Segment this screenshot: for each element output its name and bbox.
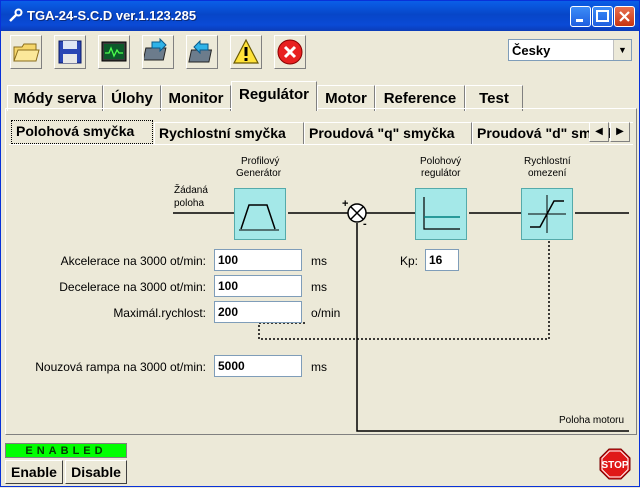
emergency-ramp-input[interactable]: 5000 — [214, 355, 302, 377]
main-window: TGA-24-S.C.D ver.1.123.285 Česky ▼ Módy … — [0, 0, 640, 487]
decel-input[interactable]: 100 — [214, 275, 302, 297]
tab-regulator[interactable]: Regulátor — [231, 81, 317, 111]
max-speed-unit: o/min — [311, 306, 341, 320]
max-speed-input[interactable]: 200 — [214, 301, 302, 323]
enable-button[interactable]: Enable — [5, 460, 63, 484]
block2-label-line1: Polohový — [420, 156, 462, 167]
block3-label-line2: omezení — [528, 168, 567, 179]
accel-unit: ms — [311, 254, 327, 268]
sum-plus-sign: + — [342, 198, 349, 210]
max-speed-label: Maximál.rychlost: — [113, 306, 206, 320]
block3-label-line1: Rychlostní — [524, 156, 571, 167]
stop-label: STOP — [601, 460, 628, 471]
step-response-icon — [423, 197, 460, 230]
position-regulator-block[interactable] — [415, 188, 467, 240]
block2-label-line2: regulátor — [421, 168, 461, 179]
stop-button[interactable]: STOP — [599, 448, 631, 480]
input-label-line1: Žádaná — [174, 185, 208, 196]
feedback-label: Poloha motoru — [559, 415, 625, 426]
emergency-ramp-unit: ms — [311, 360, 327, 374]
stop-sign-icon: STOP — [599, 448, 631, 480]
input-label-line2: poloha — [174, 198, 205, 209]
block1-label-line1: Profilový — [241, 156, 280, 167]
kp-label: Kp: — [400, 254, 419, 268]
sum-minus-sign: - — [363, 218, 367, 230]
disable-button[interactable]: Disable — [65, 460, 127, 484]
kp-input[interactable]: 16 — [425, 249, 459, 271]
trapezoid-profile-icon — [239, 204, 279, 231]
status-badge: ENABLED — [5, 443, 127, 458]
accel-input[interactable]: 100 — [214, 249, 302, 271]
saturation-icon — [528, 195, 566, 233]
decel-label: Decelerace na 3000 ot/min: — [59, 280, 206, 294]
block1-label-line2: Generátor — [236, 168, 282, 179]
decel-unit: ms — [311, 280, 327, 294]
speed-limit-block[interactable] — [521, 188, 573, 240]
emergency-ramp-label: Nouzová rampa na 3000 ot/min: — [35, 360, 206, 374]
accel-label: Akcelerace na 3000 ot/min: — [60, 254, 206, 268]
profile-generator-block[interactable] — [234, 188, 286, 240]
tab-label: Regulátor — [238, 86, 309, 103]
control-diagram — [173, 203, 629, 432]
